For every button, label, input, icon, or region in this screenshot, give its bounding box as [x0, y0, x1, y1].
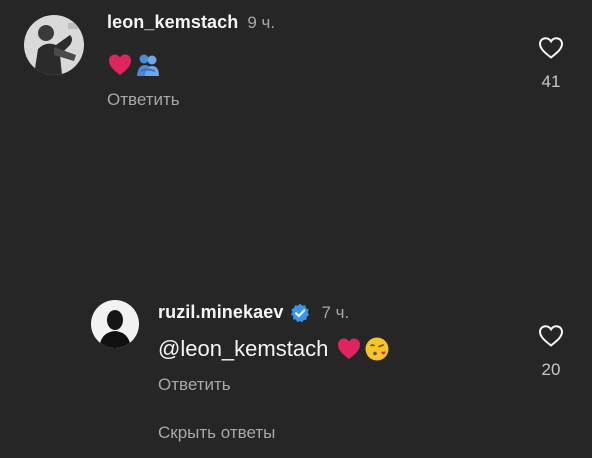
timestamp: 7 ч. — [321, 303, 350, 322]
mention-link[interactable]: @leon_kemstach — [158, 336, 328, 362]
avatar[interactable] — [24, 15, 84, 75]
like-count: 41 — [541, 72, 561, 91]
red-heart-emoji — [336, 336, 362, 362]
timestamp: 9 ч. — [247, 13, 276, 32]
comment-header: ruzil.minekaev 7 ч. — [158, 302, 349, 323]
face-blowing-kiss-emoji — [364, 336, 390, 362]
people-hugging-emoji — [135, 52, 161, 78]
avatar[interactable] — [91, 300, 139, 348]
comment-text: @leon_kemstach — [158, 336, 392, 362]
comment-header: leon_kemstach 9 ч. — [107, 12, 275, 33]
like-count: 20 — [541, 360, 561, 379]
avatar-image — [24, 15, 84, 75]
username[interactable]: leon_kemstach — [107, 12, 238, 33]
reply-button[interactable]: Ответить — [107, 90, 180, 110]
verified-badge-icon — [290, 303, 310, 323]
heart-outline-icon[interactable] — [538, 36, 564, 60]
hide-replies-button[interactable]: Скрыть ответы — [158, 423, 275, 443]
heart-outline-icon[interactable] — [538, 324, 564, 348]
like-control: 20 — [531, 324, 571, 380]
comment-text — [107, 52, 163, 78]
red-heart-emoji — [107, 52, 133, 78]
like-control: 41 — [531, 36, 571, 92]
reply-button[interactable]: Ответить — [158, 375, 231, 395]
username[interactable]: ruzil.minekaev — [158, 302, 283, 323]
avatar-image — [91, 300, 139, 348]
